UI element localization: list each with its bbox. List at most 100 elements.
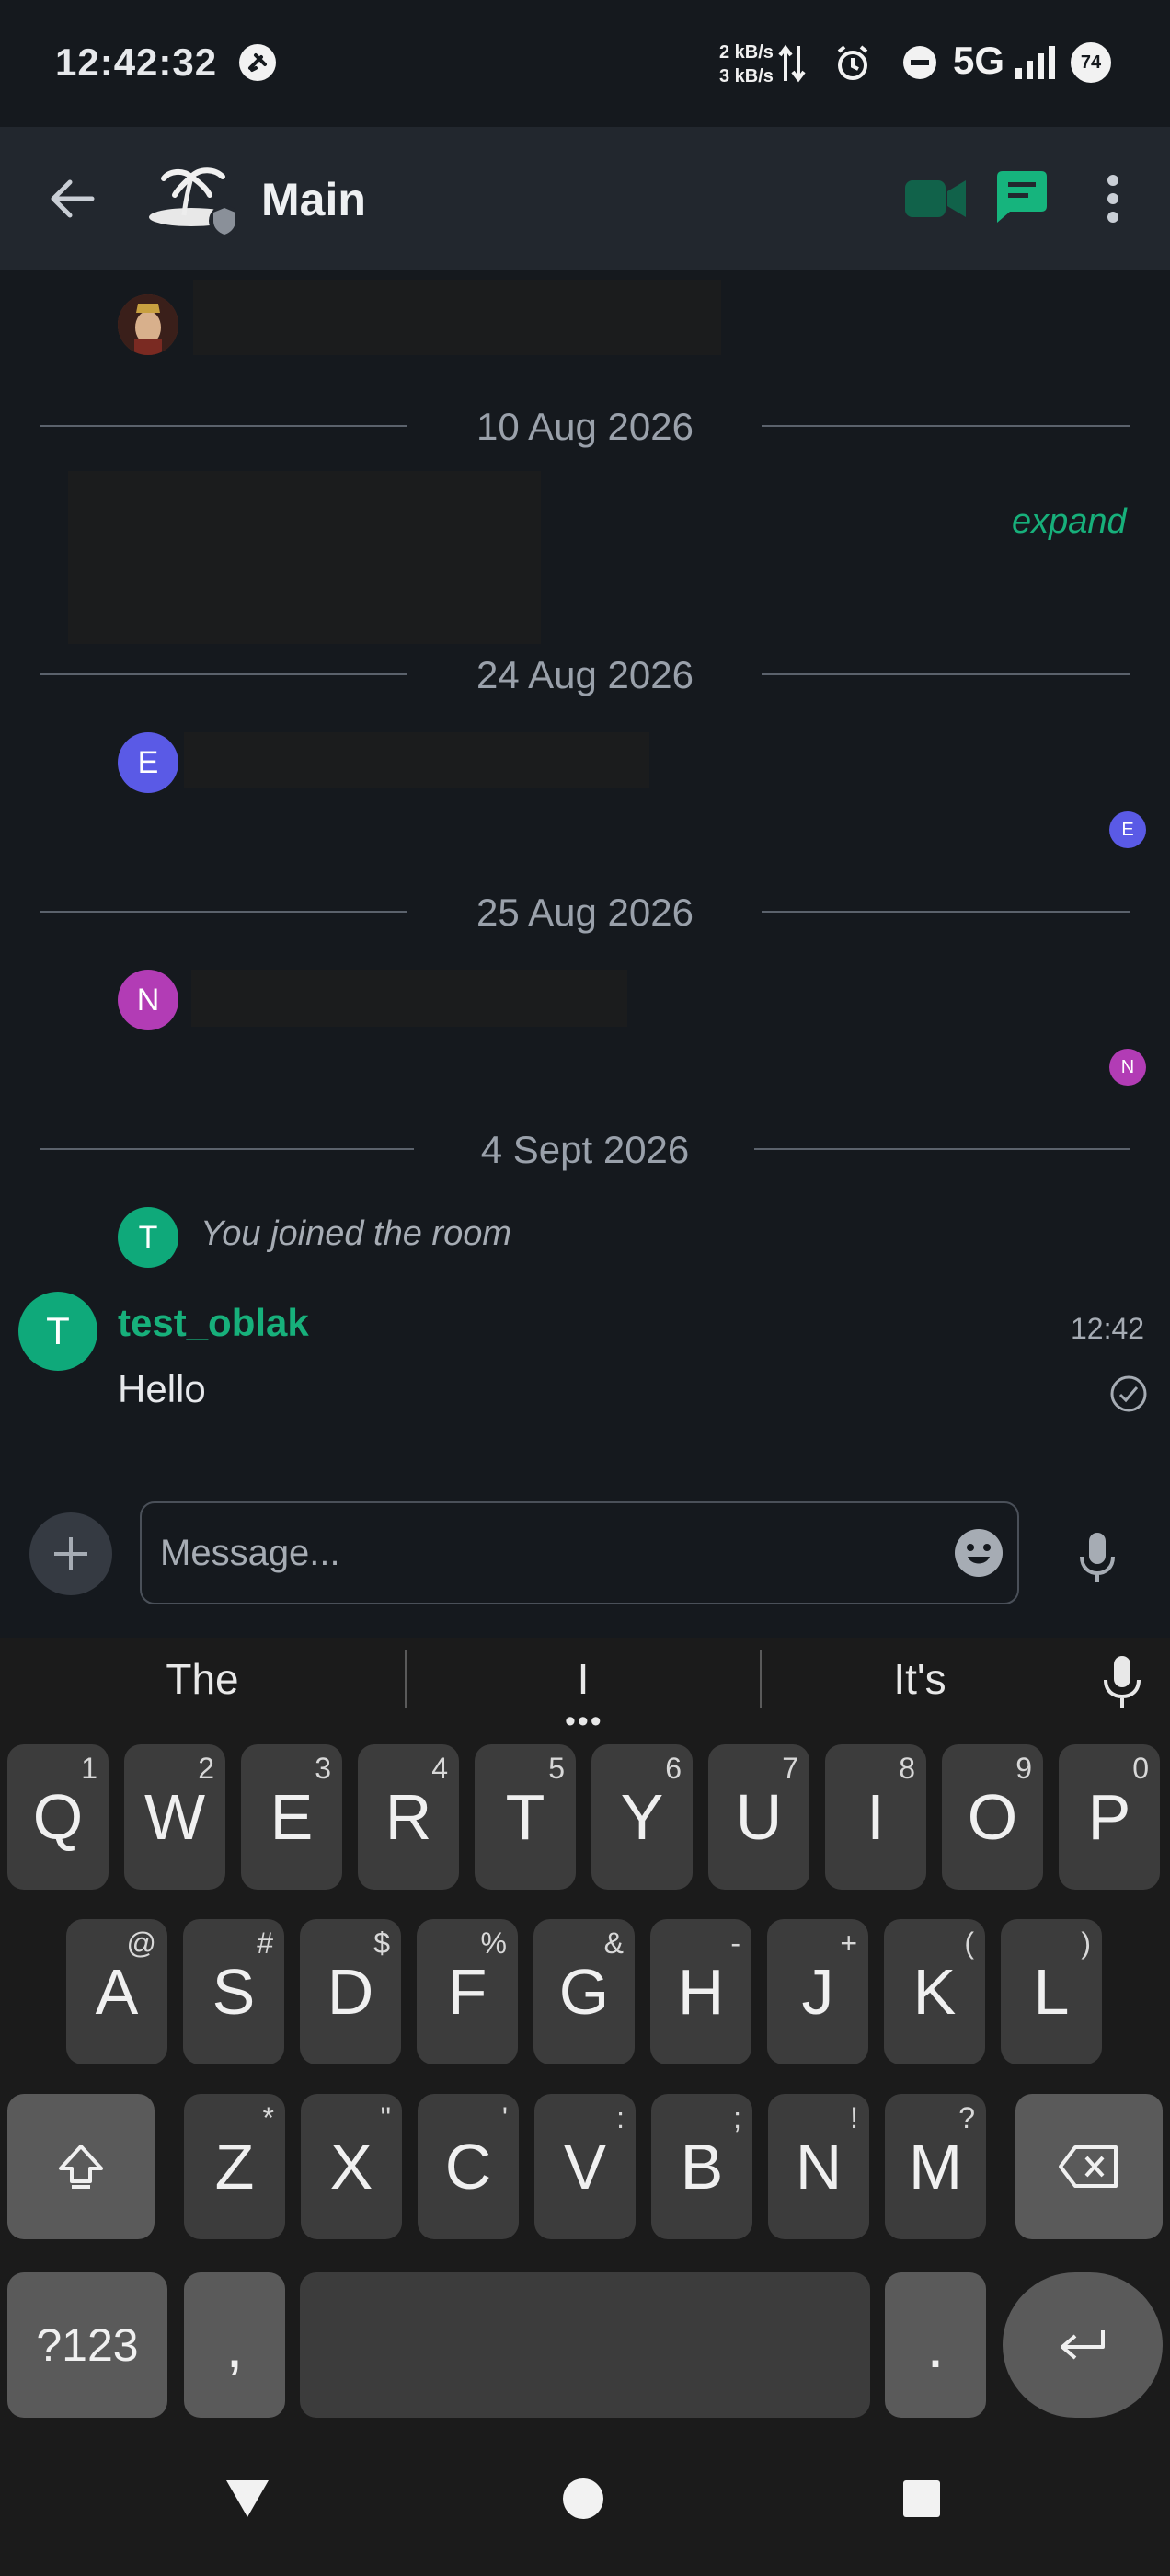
avatar[interactable]: N	[118, 970, 178, 1030]
key-r[interactable]: 4R	[358, 1744, 459, 1890]
key-hint: !	[850, 2101, 858, 2134]
sender-avatar[interactable]: T	[18, 1292, 98, 1371]
key-label: L	[1033, 1956, 1070, 2028]
threads-icon[interactable]	[993, 169, 1050, 226]
room-title[interactable]: Main	[261, 173, 366, 226]
key-hint: #	[257, 1926, 273, 1960]
key-p[interactable]: 0P	[1059, 1744, 1160, 1890]
key-t[interactable]: 5T	[475, 1744, 576, 1890]
redacted-message	[193, 280, 721, 355]
keyboard-mic-icon[interactable]	[1100, 1654, 1144, 1709]
key-y[interactable]: 6Y	[591, 1744, 693, 1890]
sent-check-icon	[1110, 1375, 1147, 1412]
room-avatar[interactable]	[145, 164, 247, 237]
back-arrow-icon[interactable]	[48, 177, 96, 221]
key-c[interactable]: ' C	[418, 2094, 519, 2239]
key-label: B	[680, 2131, 724, 2202]
read-receipt-avatar[interactable]: E	[1109, 811, 1146, 848]
key-k[interactable]: (K	[884, 1919, 985, 2064]
voice-message-icon[interactable]	[1076, 1531, 1118, 1586]
avatar[interactable]	[118, 294, 178, 355]
timeline: 10 Aug 2026 expand 24 Aug 2026 E E 25 Au…	[0, 270, 1170, 1472]
message-body[interactable]: Hello	[118, 1367, 206, 1411]
dnd-sync-icon	[239, 44, 276, 81]
more-options-icon[interactable]	[1100, 173, 1126, 224]
key-label: O	[967, 1781, 1018, 1853]
key-f[interactable]: % F	[417, 1919, 518, 2064]
date-separator: 4 Sept 2026	[40, 1121, 1130, 1176]
video-call-icon[interactable]	[903, 175, 968, 223]
sender-name[interactable]: test_oblak	[118, 1301, 309, 1345]
date-separator: 10 Aug 2026	[40, 397, 1130, 453]
expand-link[interactable]: expand	[1012, 502, 1127, 542]
key-d[interactable]: $ D	[300, 1919, 401, 2064]
suggestion[interactable]: The	[0, 1638, 405, 1720]
backspace-key[interactable]	[1015, 2094, 1163, 2239]
signal-icon	[1015, 46, 1055, 79]
key-e[interactable]: 3E	[241, 1744, 342, 1890]
key-l[interactable]: ) L	[1001, 1919, 1102, 2064]
key-label: I	[866, 1781, 885, 1853]
key-q[interactable]: 1Q	[7, 1744, 109, 1890]
shift-icon	[59, 2145, 103, 2189]
key-hint: 1	[81, 1752, 98, 1785]
plus-icon	[54, 1537, 87, 1570]
emoji-icon[interactable]	[953, 1527, 1004, 1579]
key-hint: 2	[198, 1752, 214, 1785]
shift-key[interactable]	[7, 2094, 155, 2239]
redacted-message	[191, 970, 627, 1027]
key-label: X	[329, 2131, 373, 2202]
recents-icon[interactable]	[901, 2478, 942, 2519]
key-j[interactable]: + J	[767, 1919, 868, 2064]
date-label: 24 Aug 2026	[476, 653, 694, 696]
key-label: A	[95, 1956, 139, 2028]
key-b[interactable]: ; B	[651, 2094, 752, 2239]
key-w[interactable]: 2W	[124, 1744, 225, 1890]
message-input[interactable]	[160, 1503, 878, 1603]
key-label: N	[795, 2131, 843, 2202]
key-label: K	[912, 1956, 957, 2028]
comma-key[interactable]: ,	[184, 2272, 285, 2418]
key-s[interactable]: # S	[183, 1919, 284, 2064]
key-u[interactable]: 7U	[708, 1744, 809, 1890]
net-down: 3 kB/s	[719, 66, 774, 86]
key-hint: 9	[1015, 1752, 1032, 1785]
key-g[interactable]: & G	[533, 1919, 635, 2064]
room-header: Main	[0, 127, 1170, 270]
key-label: Y	[620, 1781, 664, 1853]
more-suggestions-icon[interactable]: •••	[565, 1706, 603, 1737]
key-v[interactable]: :V	[534, 2094, 636, 2239]
key-i[interactable]: 8I	[825, 1744, 926, 1890]
key-x[interactable]: " X	[301, 2094, 402, 2239]
avatar[interactable]: E	[118, 732, 178, 793]
avatar[interactable]: T	[118, 1207, 178, 1268]
key-label: G	[558, 1956, 610, 2028]
key-hint: :	[616, 2101, 625, 2134]
space-key[interactable]	[300, 2272, 870, 2418]
key-h[interactable]: -H	[650, 1919, 751, 2064]
enter-key[interactable]	[1003, 2272, 1163, 2418]
key-z[interactable]: * Z	[184, 2094, 285, 2239]
key-label: E	[270, 1781, 314, 1853]
key-hint: $	[373, 1926, 390, 1960]
key-hint: 8	[899, 1752, 915, 1785]
key-hint: 4	[431, 1752, 448, 1785]
key-o[interactable]: 9O	[942, 1744, 1043, 1890]
date-label: 4 Sept 2026	[480, 1128, 690, 1171]
net-speed: 2 kB/s 3 kB/s	[719, 40, 774, 88]
redacted-block	[68, 471, 541, 644]
key-m[interactable]: ? M	[885, 2094, 986, 2239]
back-triangle-icon[interactable]	[223, 2477, 272, 2521]
home-icon[interactable]	[561, 2477, 605, 2521]
message-field[interactable]	[140, 1501, 1019, 1604]
symbols-key[interactable]: ?123	[7, 2272, 167, 2418]
key-hint: &	[603, 1926, 624, 1960]
suggestion[interactable]: It's	[762, 1638, 1078, 1720]
period-key[interactable]: .	[885, 2272, 986, 2418]
key-n[interactable]: ! N	[768, 2094, 869, 2239]
key-label: R	[384, 1781, 432, 1853]
key-a[interactable]: @ A	[66, 1919, 167, 2064]
read-receipt-avatar[interactable]: N	[1109, 1049, 1146, 1086]
key-hint: '	[501, 2101, 508, 2134]
attach-button[interactable]	[29, 1512, 112, 1595]
